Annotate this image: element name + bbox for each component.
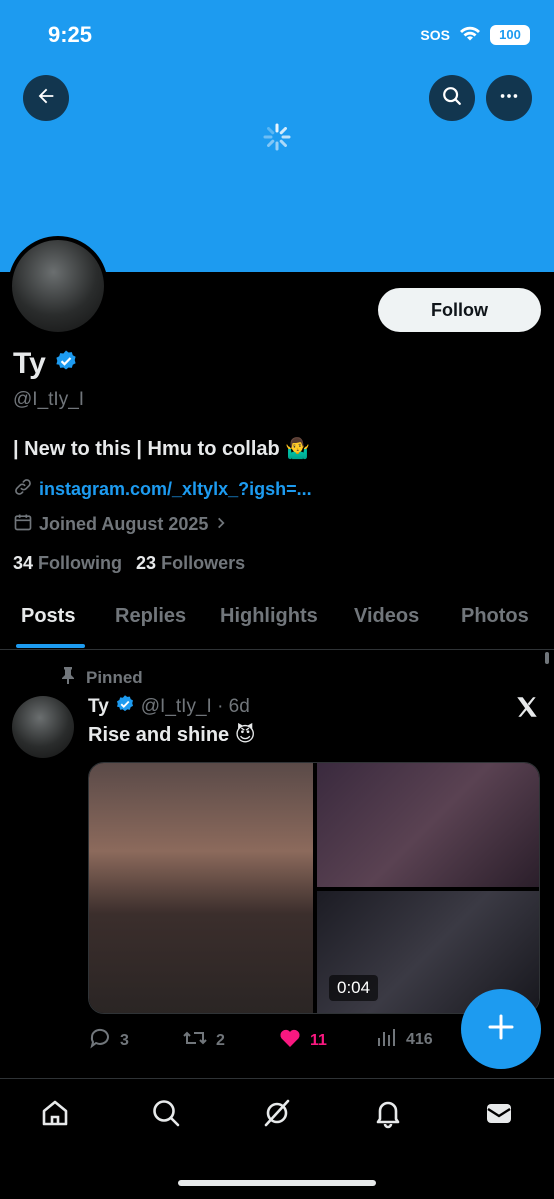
reply-button[interactable]: 3 — [88, 1026, 129, 1055]
explore-icon — [150, 1097, 182, 1134]
nav-grok[interactable] — [259, 1097, 295, 1133]
grok-icon — [261, 1097, 293, 1134]
repost-icon — [182, 1026, 208, 1055]
back-button[interactable] — [23, 75, 69, 121]
link-icon — [13, 477, 33, 502]
reply-count: 3 — [120, 1031, 129, 1049]
compose-button[interactable] — [461, 989, 541, 1069]
status-bar: 9:25 SOS 100 — [0, 22, 554, 50]
profile-joined: Joined August 2025 — [39, 514, 209, 534]
back-arrow-icon — [35, 85, 57, 112]
nav-notifications[interactable] — [370, 1097, 406, 1133]
pin-icon — [60, 666, 76, 689]
status-right: SOS 100 — [420, 24, 530, 45]
nav-messages[interactable] — [481, 1097, 517, 1133]
x-logo-icon — [514, 694, 540, 727]
following-stat[interactable]: 34 Following — [13, 553, 122, 574]
active-tab-indicator — [16, 644, 85, 648]
nav-explore[interactable] — [148, 1097, 184, 1133]
wifi-icon — [458, 24, 482, 45]
followers-stat[interactable]: 23 Followers — [136, 553, 245, 574]
tweet-media[interactable]: 0:04 — [88, 762, 540, 1014]
more-button[interactable] — [486, 75, 532, 121]
views-icon — [376, 1026, 398, 1053]
tab-photos[interactable]: Photos — [461, 605, 529, 628]
nav-home[interactable] — [37, 1097, 73, 1133]
messages-icon — [483, 1097, 515, 1134]
like-count: 11 — [310, 1031, 327, 1049]
tab-highlights[interactable]: Highlights — [220, 605, 318, 628]
profile-handle: @I_tIy_I — [13, 389, 85, 410]
pinned-label-row: Pinned — [60, 666, 143, 689]
compose-icon — [486, 1012, 516, 1047]
pinned-label: Pinned — [86, 667, 143, 687]
views-button[interactable]: 416 — [376, 1026, 433, 1053]
reply-icon — [88, 1026, 112, 1055]
like-icon — [278, 1026, 302, 1055]
chevron-right-icon — [214, 514, 228, 535]
profile-name-row: Ty — [13, 347, 78, 381]
scrollbar[interactable] — [545, 652, 549, 664]
profile-joined-row[interactable]: Joined August 2025 — [13, 512, 228, 537]
status-time: 9:25 — [48, 22, 93, 47]
search-icon — [441, 85, 463, 112]
views-count: 416 — [406, 1030, 433, 1048]
profile-name: Ty — [13, 347, 46, 380]
like-button[interactable]: 11 — [278, 1026, 327, 1055]
repost-button[interactable]: 2 — [182, 1026, 225, 1055]
more-icon — [498, 85, 520, 112]
tab-replies[interactable]: Replies — [115, 605, 186, 628]
profile-tabs: Posts Replies Highlights Videos Photos — [0, 596, 554, 650]
verified-badge-icon — [115, 694, 135, 720]
loading-spinner-icon — [262, 122, 292, 152]
profile-link-row: instagram.com/_xltylx_?igsh=... — [13, 477, 312, 502]
tweet-actions: 3 2 11 416 — [88, 1026, 448, 1054]
search-button[interactable] — [429, 75, 475, 121]
tweet-text: Rise and shine 😈 — [88, 724, 256, 746]
video-duration: 0:04 — [329, 975, 379, 1001]
media-image-2[interactable] — [317, 763, 539, 887]
calendar-icon — [13, 512, 33, 537]
follow-button[interactable]: Follow — [378, 288, 541, 332]
profile-bio: | New to this | Hmu to collab 🤷‍♂️ — [13, 438, 311, 460]
sos-indicator: SOS — [420, 26, 450, 43]
media-image-1[interactable] — [89, 763, 313, 1013]
battery-icon: 100 — [490, 24, 530, 45]
tweet-handle-time[interactable]: @I_tIy_I · 6d — [141, 696, 250, 718]
notifications-icon — [372, 1097, 404, 1134]
tweet-header: Ty @I_tIy_I · 6d — [88, 694, 250, 720]
home-indicator — [178, 1180, 376, 1186]
tweet-author[interactable]: Ty — [88, 696, 109, 718]
home-icon — [39, 1097, 71, 1134]
profile-stats: 34 Following 23 Followers — [13, 553, 245, 574]
tab-posts[interactable]: Posts — [21, 605, 75, 628]
tab-videos[interactable]: Videos — [354, 605, 419, 628]
profile-avatar[interactable] — [8, 236, 108, 336]
repost-count: 2 — [216, 1031, 225, 1049]
profile-link[interactable]: instagram.com/_xltylx_?igsh=... — [39, 479, 312, 500]
verified-badge-icon[interactable] — [54, 347, 78, 381]
tweet-avatar[interactable] — [12, 696, 74, 758]
